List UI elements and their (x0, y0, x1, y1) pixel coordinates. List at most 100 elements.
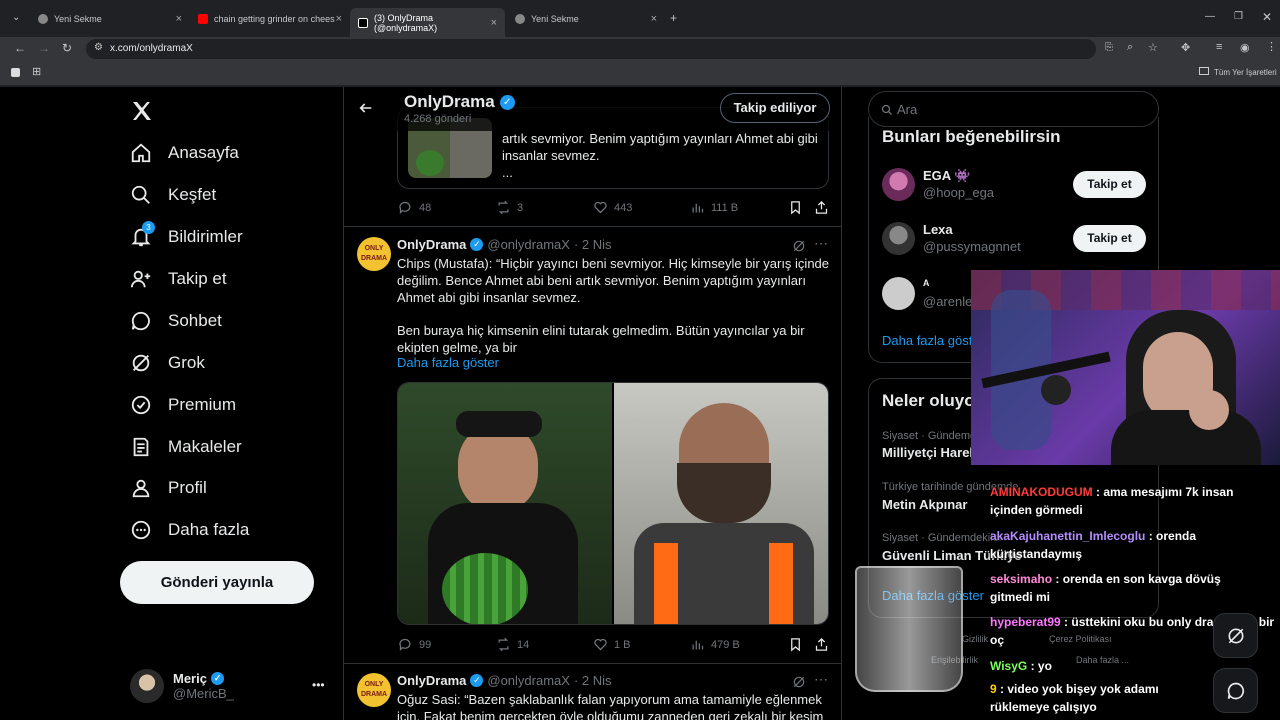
suggestion-name[interactable]: Lexa (923, 222, 953, 237)
reload-icon[interactable]: ↻ (62, 41, 72, 55)
x-logo-icon[interactable] (130, 99, 154, 123)
extensions-icon[interactable]: ✥ (1181, 41, 1190, 54)
show-more-link[interactable]: Daha fazla göster (882, 333, 984, 348)
reply-icon (399, 638, 411, 652)
sidebar-item-home[interactable]: Anasayfa (130, 142, 239, 164)
tweet-author[interactable]: OnlyDrama (397, 673, 466, 688)
site-info-icon[interactable]: ⚙ (94, 42, 103, 53)
tab-label: (3) OnlyDrama (@onlydramaX) (374, 12, 438, 33)
retweet-action[interactable]: 3 (496, 200, 523, 215)
tweet-author[interactable]: OnlyDrama (397, 237, 466, 252)
trend-title[interactable]: Metin Akpınar (882, 497, 967, 512)
sidebar-item-chat[interactable]: Sohbet (130, 310, 222, 332)
follow-button[interactable]: Takip et (1073, 171, 1146, 198)
share-icon[interactable] (814, 200, 829, 215)
user-name: Meriç (173, 671, 207, 686)
account-more-icon[interactable]: ••• (312, 678, 325, 692)
like-action[interactable]: 1 B (593, 637, 631, 652)
following-button[interactable]: Takip ediliyor (720, 93, 830, 123)
chat-text: : video yok bişey yok adamı rüklemeye ça… (990, 682, 1159, 714)
tweet-date[interactable]: · 2 Nis (574, 237, 612, 252)
grok-icon[interactable] (792, 239, 806, 253)
star-icon[interactable]: ☆ (1148, 41, 1158, 54)
reading-icon[interactable] (11, 68, 20, 77)
tweet-more-icon[interactable]: ⋯ (814, 235, 828, 252)
tab-2[interactable]: (3) OnlyDrama (@onlydramaX) × (350, 8, 505, 37)
account-icon[interactable]: ◉ (1240, 41, 1250, 54)
search-icon (131, 185, 150, 204)
retweet-action[interactable]: 14 (496, 637, 529, 652)
onlydrama-avatar[interactable]: ONLY DRAMA (357, 237, 391, 271)
tab-3[interactable]: Yeni Sekme × (507, 8, 665, 30)
grok-fab[interactable] (1213, 613, 1258, 658)
tweet-handle[interactable]: @onlydramaX (487, 673, 570, 688)
divider (344, 226, 841, 227)
forward-icon[interactable]: → (38, 41, 50, 55)
sidebar-item-notifications[interactable]: 3 Bildirimler (130, 221, 243, 248)
address-bar[interactable]: x.com/onlydramaX (86, 39, 1096, 59)
media-icon[interactable]: ≡ (1216, 41, 1222, 53)
tweet-date[interactable]: · 2 Nis (574, 673, 612, 688)
follow-button[interactable]: Takip et (1073, 225, 1146, 252)
sidebar-item-profile[interactable]: Profil (130, 477, 207, 499)
reply-action[interactable]: 48 (398, 200, 431, 215)
new-tab-icon[interactable]: + (670, 11, 677, 25)
sidebar-item-articles[interactable]: Makaleler (130, 436, 242, 458)
tab-0[interactable]: Yeni Sekme × (30, 8, 190, 30)
tweet-media[interactable] (397, 382, 829, 625)
grok-icon[interactable] (792, 675, 806, 689)
sidebar-item-label: Grok (168, 353, 205, 372)
tweet-more-icon[interactable]: ⋯ (814, 671, 828, 688)
bookmark-icon[interactable] (788, 200, 803, 215)
sidebar-item-more[interactable]: Daha fazla (130, 519, 249, 541)
close-icon[interactable]: × (336, 13, 342, 25)
view-count: 479 B (711, 638, 740, 651)
menu-icon[interactable]: ⋮ (1266, 40, 1277, 53)
chat-user: hypeberat99 (990, 615, 1061, 629)
quoted-text: artık sevmiyor. Benim yaptığım yayınları… (502, 131, 818, 163)
onlydrama-avatar[interactable]: ONLY DRAMA (357, 673, 391, 707)
close-window-icon[interactable]: ✕ (1262, 10, 1272, 24)
close-icon[interactable]: × (491, 17, 497, 29)
sidebar-item-follow[interactable]: Takip et (130, 268, 227, 290)
all-bookmarks[interactable]: Tüm Yer İşaretleri (1214, 68, 1277, 77)
suggestion-name[interactable]: ᴬ (923, 277, 929, 292)
zoom-icon[interactable]: ⌕ (1127, 41, 1133, 54)
like-action[interactable]: 443 (593, 200, 632, 215)
retweet-count: 3 (517, 201, 524, 214)
apps-icon[interactable]: ⊞ (32, 65, 41, 78)
messages-fab[interactable] (1213, 668, 1258, 713)
install-icon[interactable]: ⎘ (1105, 42, 1113, 53)
tweet-handle[interactable]: @onlydramaX (487, 237, 570, 252)
views-action[interactable]: 479 B (690, 637, 740, 652)
suggestion-name[interactable]: EGA 👾 (923, 168, 971, 184)
avatar[interactable] (882, 222, 915, 255)
restore-icon[interactable]: ❐ (1234, 11, 1243, 22)
minimize-icon[interactable]: — (1205, 11, 1215, 22)
close-icon[interactable]: × (176, 13, 182, 25)
sidebar-item-grok[interactable]: Grok (130, 352, 205, 374)
footer-link[interactable]: Gizlilik (962, 634, 988, 644)
sidebar-item-premium[interactable]: Premium (130, 394, 236, 416)
tab-list-icon[interactable]: ⌄ (12, 12, 20, 23)
back-arrow-icon[interactable] (358, 100, 374, 116)
close-icon[interactable]: × (651, 13, 657, 25)
share-icon[interactable] (814, 637, 829, 652)
media-image-right[interactable] (614, 383, 828, 624)
trend-title[interactable]: Milliyetçi Harek (882, 445, 977, 460)
chat-message: akaKajuhanettin_Imlecoglu : orenda kürti… (990, 527, 1255, 563)
views-action[interactable]: 111 B (690, 200, 738, 215)
tab-1[interactable]: chain getting grinder on chees × (190, 8, 350, 30)
media-image-left[interactable] (398, 383, 612, 624)
reply-action[interactable]: 99 (398, 637, 431, 652)
show-more-link[interactable]: Daha fazla göster (397, 355, 499, 370)
post-button[interactable]: Gönderi yayınla (120, 561, 314, 604)
avatar[interactable] (882, 277, 915, 310)
account-switcher[interactable]: Meriç ✓ @MericB_ (130, 669, 234, 703)
profile-name: OnlyDrama (404, 92, 495, 111)
back-icon[interactable]: ← (14, 41, 26, 55)
avatar[interactable] (882, 168, 915, 201)
sidebar-item-explore[interactable]: Keşfet (130, 184, 216, 206)
bookmark-icon[interactable] (788, 637, 803, 652)
sidebar-item-label: Profil (168, 478, 207, 497)
